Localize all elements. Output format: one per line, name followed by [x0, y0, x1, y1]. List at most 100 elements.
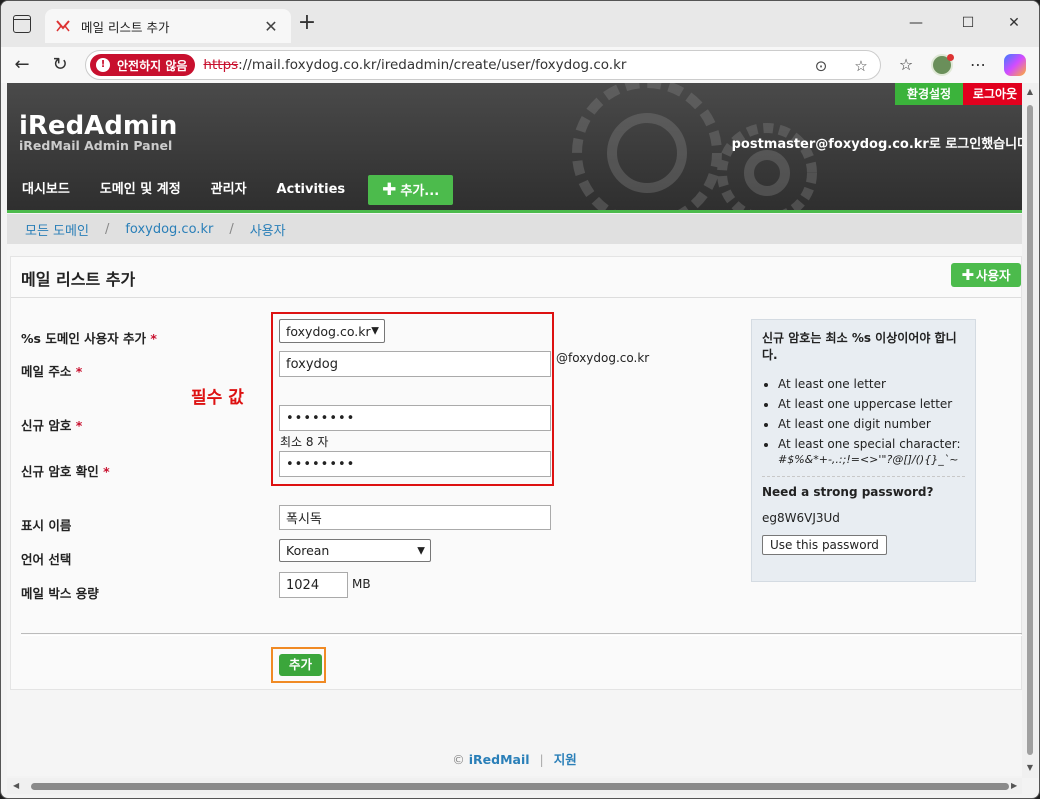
profile-avatar[interactable] — [931, 54, 954, 76]
page-viewport: iRedAdmin iRedMail Admin Panel 환경설정 로그아웃… — [7, 83, 1022, 776]
navigation-bar: ← ↻ ! 안전하지 않음 https://mail.foxydog.co.kr… — [1, 47, 1039, 83]
not-secure-label: 안전하지 않음 — [117, 58, 188, 73]
password-rules-box: 신규 암호는 최소 %s 이상이어야 합니다. At least one let… — [751, 319, 976, 582]
settings-button[interactable]: 환경설정 — [895, 83, 963, 105]
url-text: https://mail.foxydog.co.kr/iredadmin/cre… — [203, 57, 626, 73]
confirm-label-text: 신규 암호 확인 — [21, 464, 99, 479]
scroll-right-icon[interactable]: ▶ — [1011, 781, 1017, 790]
language-label: 언어 선택 — [21, 552, 72, 567]
special-characters: #$%&*+-,.:;!=<>'"?@[]/(){}_`~ — [778, 453, 959, 466]
breadcrumb-separator: / — [104, 221, 110, 237]
warning-shield-icon: ! — [96, 58, 110, 72]
submit-button[interactable]: 추가 — [279, 654, 322, 676]
form-divider — [21, 633, 1022, 634]
password-rule-text: At least one special character: — [778, 437, 961, 451]
minimize-icon[interactable]: — — [901, 11, 931, 35]
form-panel: 메일 리스트 추가 ✚ 사용자 %s 도메인 사용자 추가 * foxydog.c… — [10, 256, 1022, 690]
footer-brand-link[interactable]: iRedMail — [469, 752, 530, 767]
reload-icon[interactable]: ↻ — [47, 53, 73, 77]
language-select[interactable]: Korean ▼ — [279, 539, 431, 562]
maximize-icon[interactable]: ☐ — [953, 11, 983, 35]
horizontal-scroll-thumb[interactable] — [31, 783, 1009, 790]
scroll-down-icon[interactable]: ▼ — [1025, 763, 1035, 772]
required-fields-highlight — [271, 312, 554, 486]
generated-password: eg8W6VJ3Ud — [762, 511, 840, 525]
logout-button[interactable]: 로그아웃 — [963, 83, 1022, 105]
breadcrumb-all-domains[interactable]: 모든 도메인 — [25, 220, 89, 239]
nav-add-label: 추가... — [400, 184, 440, 199]
chevron-down-icon: ▼ — [417, 545, 425, 556]
breadcrumb: 모든 도메인 / foxydog.co.kr / 사용자 — [7, 214, 1022, 244]
confirm-password-label: 신규 암호 확인 * — [21, 461, 110, 480]
nav-admins[interactable]: 관리자 — [196, 175, 262, 205]
password-label-text: 신규 암호 — [21, 418, 72, 433]
copilot-icon[interactable] — [1004, 54, 1026, 76]
scroll-left-icon[interactable]: ◀ — [13, 781, 19, 790]
url-scheme: https — [203, 57, 239, 73]
password-rule: At least one special character: #$%&*+-,.… — [778, 434, 965, 466]
app-title[interactable]: iRedAdmin — [19, 111, 177, 141]
roundcube-favicon-icon — [55, 18, 71, 34]
more-menu-icon[interactable]: ⋯ — [965, 53, 991, 77]
email-domain-suffix: @foxydog.co.kr — [556, 351, 650, 365]
quota-input[interactable]: 1024 — [279, 572, 348, 598]
back-arrow-icon[interactable]: ← — [9, 53, 35, 77]
add-user-button[interactable]: ✚ 사용자 — [951, 263, 1021, 287]
tab-title: 메일 리스트 추가 — [81, 19, 170, 35]
strong-password-prompt: Need a strong password? — [762, 485, 934, 499]
favorite-star-icon[interactable]: ☆ — [850, 55, 872, 77]
plus-icon: ✚ — [382, 180, 397, 200]
favorites-icon[interactable]: ☆ — [893, 53, 919, 77]
not-secure-badge[interactable]: ! 안전하지 않음 — [90, 54, 196, 76]
nav-dashboard[interactable]: 대시보드 — [7, 175, 85, 205]
footer-separator: | — [539, 752, 544, 767]
display-name-value: 폭시독 — [286, 512, 322, 527]
browser-tab[interactable]: 메일 리스트 추가 ✕ — [45, 9, 291, 43]
horizontal-scrollbar[interactable]: ◀ ▶ — [7, 778, 1022, 794]
nav-add-button[interactable]: ✚ 추가... — [368, 175, 454, 205]
footer-support-link[interactable]: 지원 — [554, 752, 577, 767]
scroll-up-icon[interactable]: ▲ — [1025, 87, 1035, 96]
tab-bar: 메일 리스트 추가 ✕ + — ☐ ✕ — [1, 1, 1039, 47]
password-rule: At least one letter — [778, 374, 965, 394]
tab-close-icon[interactable]: ✕ — [261, 17, 281, 36]
login-info: postmaster@foxydog.co.kr로 로그인했습니다. — [731, 137, 1022, 152]
header-accent-rule — [7, 210, 1022, 213]
required-mark: * — [75, 364, 83, 379]
nav-domains[interactable]: 도메인 및 계정 — [85, 175, 196, 205]
required-annotation: 필수 값 — [191, 388, 244, 408]
display-name-input[interactable]: 폭시독 — [279, 505, 551, 530]
email-label: 메일 주소 * — [21, 361, 82, 380]
required-mark: * — [103, 464, 110, 479]
address-bar[interactable]: ! 안전하지 않음 https://mail.foxydog.co.kr/ire… — [85, 50, 881, 80]
domain-label-text: %s 도메인 사용자 추가 — [21, 331, 147, 346]
vertical-scroll-thumb[interactable] — [1027, 105, 1033, 755]
breadcrumb-separator: / — [229, 221, 234, 237]
required-mark: * — [150, 331, 157, 346]
password-rule: At least one digit number — [778, 414, 965, 434]
language-select-value: Korean — [286, 543, 330, 558]
vertical-scrollbar[interactable]: ▲ ▼ — [1022, 83, 1038, 778]
nav-activities[interactable]: Activities — [262, 175, 361, 205]
quota-value: 1024 — [286, 577, 320, 593]
main-nav: 대시보드 도메인 및 계정 관리자 Activities ✚ 추가... — [7, 175, 454, 205]
breadcrumb-users[interactable]: 사용자 — [250, 220, 286, 239]
password-rules-list: At least one letter At least one upperca… — [778, 374, 965, 466]
required-mark: * — [75, 418, 83, 433]
breadcrumb-domain[interactable]: foxydog.co.kr — [125, 222, 213, 237]
password-rule: At least one uppercase letter — [778, 394, 965, 414]
display-name-label: 표시 이름 — [21, 518, 72, 533]
add-user-label: 사용자 — [976, 268, 1011, 283]
password-rules-heading: 신규 암호는 최소 %s 이상이어야 합니다. — [762, 331, 957, 362]
new-tab-button[interactable]: + — [297, 12, 317, 34]
tab-actions-icon[interactable] — [13, 15, 31, 33]
use-password-button[interactable]: Use this password — [762, 535, 887, 555]
reader-more-icon[interactable]: ⊙ — [810, 55, 832, 77]
password-label: 신규 암호 * — [21, 415, 82, 434]
page-header: iRedAdmin iRedMail Admin Panel 환경설정 로그아웃… — [7, 83, 1022, 213]
url-path: ://mail.foxydog.co.kr/iredadmin/create/u… — [238, 57, 627, 73]
quota-label: 메일 박스 용량 — [21, 586, 99, 601]
page-footer: © iRedMail | 지원 — [7, 749, 1022, 768]
sidebox-divider — [762, 476, 965, 477]
close-window-icon[interactable]: ✕ — [999, 11, 1029, 35]
